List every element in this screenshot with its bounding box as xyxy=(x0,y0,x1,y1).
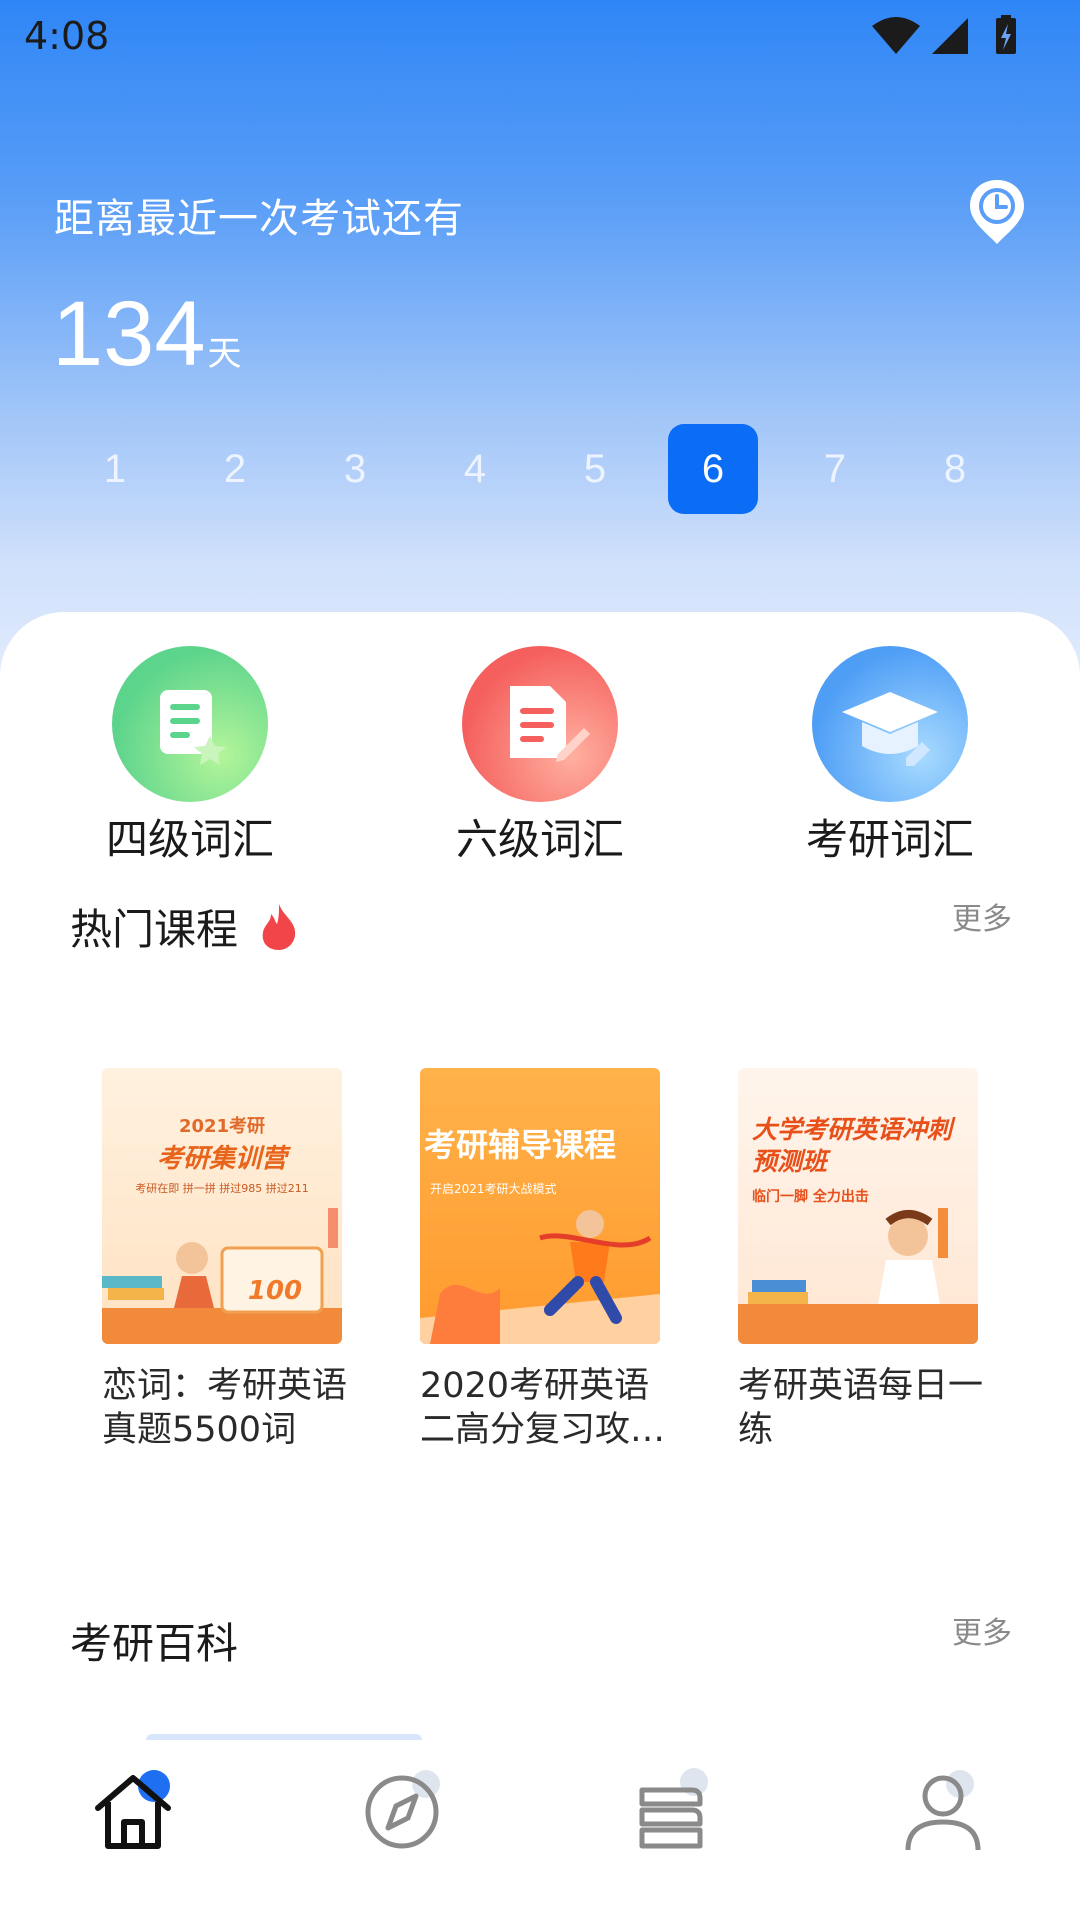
hot-courses-title: 热门课程 xyxy=(70,896,301,957)
signal-icon xyxy=(932,18,968,54)
cover-title: 考研集训营 xyxy=(156,1144,287,1174)
status-time: 4:08 xyxy=(24,14,110,58)
day-8[interactable]: 8 xyxy=(910,424,1000,514)
category-label: 六级词汇 xyxy=(455,815,624,864)
cover-badge: 100 xyxy=(247,1276,303,1306)
course-card[interactable]: 考研辅导课程 开启2021考研大战模式 2020考研英语二高分复习攻… xyxy=(420,1068,665,1452)
category-label: 考研词汇 xyxy=(805,815,974,864)
countdown-days: 134 xyxy=(52,283,206,385)
document-pen-icon xyxy=(462,646,618,802)
course-title: 2020考研英语二高分复习攻… xyxy=(420,1366,666,1450)
compass-icon[interactable] xyxy=(360,1766,450,1856)
cover-subtitle: 2021考研 xyxy=(178,1116,266,1137)
day-6-selected[interactable]: 6 xyxy=(668,424,758,514)
hot-courses-more-link[interactable]: 更多 xyxy=(952,894,1012,938)
course-cover-image: 2021考研 考研集训营 考研在即 拼一拼 拼过985 拼过211 100 xyxy=(102,1068,342,1344)
status-bar: 4:08 xyxy=(0,0,1080,72)
countdown-unit: 天 xyxy=(207,334,242,374)
course-cover-image: 大学考研英语冲刺预测班 临门一脚 全力出击 xyxy=(738,1068,978,1344)
status-icons xyxy=(872,15,1016,54)
category-label: 四级词汇 xyxy=(105,815,274,864)
day-4[interactable]: 4 xyxy=(430,424,520,514)
day-1[interactable]: 1 xyxy=(70,424,160,514)
day-selector: 1 2 3 4 5 6 7 8 xyxy=(70,424,1010,514)
day-5[interactable]: 5 xyxy=(550,424,640,514)
graduation-cap-icon xyxy=(812,646,968,802)
course-title: 考研英语每日一练 xyxy=(738,1366,984,1450)
fire-icon xyxy=(263,904,296,950)
cover-tagline: 考研在即 拼一拼 拼过985 拼过211 xyxy=(135,1182,309,1195)
course-card[interactable]: 大学考研英语冲刺预测班 临门一脚 全力出击 考研英语每日一练 xyxy=(738,1068,983,1452)
category-cet4[interactable]: 四级词汇 xyxy=(80,646,300,867)
note-star-icon xyxy=(112,646,268,802)
cover-subtitle: 临门一脚 全力出击 xyxy=(752,1189,869,1205)
books-icon[interactable] xyxy=(628,1766,718,1856)
course-cover-image: 考研辅导课程 开启2021考研大战模式 xyxy=(420,1068,660,1344)
wifi-icon xyxy=(872,17,920,54)
countdown-label: 距离最近一次考试还有 xyxy=(54,196,464,242)
encyclopedia-more-link[interactable]: 更多 xyxy=(952,1608,1012,1652)
category-cet6[interactable]: 六级词汇 xyxy=(430,646,650,867)
category-kaoyan[interactable]: 考研词汇 xyxy=(780,646,1000,867)
cover-subtitle: 开启2021考研大战模式 xyxy=(430,1182,557,1196)
hot-courses-label: 热门课程 xyxy=(70,905,239,954)
course-title: 恋词：考研英语真题5500词 xyxy=(102,1366,348,1450)
bottom-tab-bar xyxy=(0,1740,1080,1920)
day-7[interactable]: 7 xyxy=(790,424,880,514)
student-desk-illustration xyxy=(738,1208,978,1344)
course-card[interactable]: 2021考研 考研集训营 考研在即 拼一拼 拼过985 拼过211 100 恋词… xyxy=(102,1068,347,1452)
home-icon[interactable] xyxy=(88,1766,178,1856)
day-2[interactable]: 2 xyxy=(190,424,280,514)
reminder-clock-icon[interactable] xyxy=(966,176,1028,248)
cover-title: 大学考研英语冲刺预测班 xyxy=(752,1115,953,1176)
cover-title: 考研辅导课程 xyxy=(424,1126,617,1164)
profile-icon[interactable] xyxy=(898,1766,988,1856)
encyclopedia-title: 考研百科 xyxy=(70,1619,239,1668)
runner-illustration xyxy=(420,1210,660,1344)
countdown-display: 134天 xyxy=(52,282,242,387)
day-3[interactable]: 3 xyxy=(310,424,400,514)
